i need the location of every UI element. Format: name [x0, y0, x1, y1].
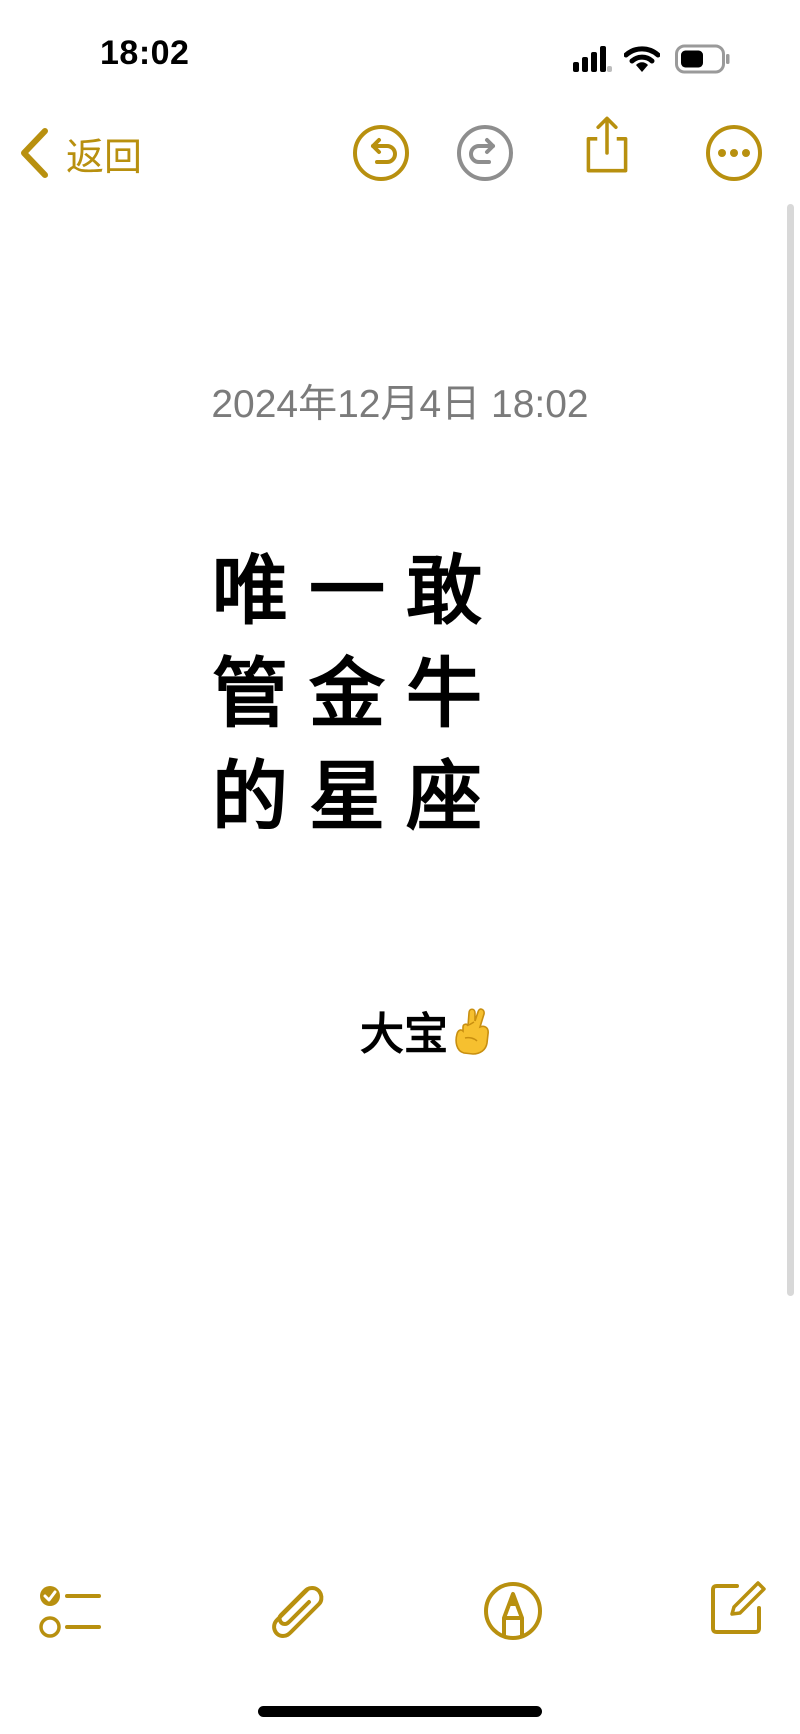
back-label: 返回 [66, 134, 143, 179]
title-char: 座 [406, 752, 482, 841]
wifi-icon [624, 46, 660, 72]
status-time: 18:02 [100, 34, 190, 72]
crossed-fingers-emoji [455, 1008, 489, 1055]
paperclip-icon[interactable] [263, 1578, 331, 1646]
battery-icon [675, 44, 730, 74]
scrollbar[interactable] [787, 204, 794, 1296]
note-title-line-2[interactable]: 管 金 牛 [212, 648, 482, 740]
chevron-left-icon [21, 128, 48, 178]
home-indicator[interactable] [258, 1706, 542, 1717]
checklist-icon[interactable] [38, 1582, 102, 1644]
undo-icon[interactable] [350, 122, 412, 184]
title-char: 星 [309, 752, 385, 841]
more-icon[interactable] [703, 122, 765, 184]
redo-icon[interactable] [454, 122, 516, 184]
cellular-signal-icon [573, 46, 612, 72]
compose-icon[interactable] [707, 1578, 767, 1638]
back-button[interactable]: 返回 [18, 122, 142, 184]
note-title-line-1[interactable]: 唯 一 敢 [212, 545, 482, 637]
markup-pen-icon[interactable] [482, 1580, 544, 1642]
title-char: 管 [212, 649, 288, 738]
note-date: 2024年12月4日 18:02 [211, 383, 589, 426]
title-char: 敢 [406, 546, 482, 635]
title-char: 的 [212, 752, 288, 841]
title-char: 一 [309, 546, 385, 635]
note-title-line-3[interactable]: 的 星 座 [212, 751, 482, 843]
title-char: 牛 [406, 649, 482, 738]
title-char: 金 [309, 649, 385, 738]
note-signature[interactable]: 大宝 [360, 998, 492, 1062]
title-char: 唯 [212, 546, 288, 635]
share-icon[interactable] [576, 114, 638, 176]
signature-text: 大宝 [360, 1009, 448, 1060]
